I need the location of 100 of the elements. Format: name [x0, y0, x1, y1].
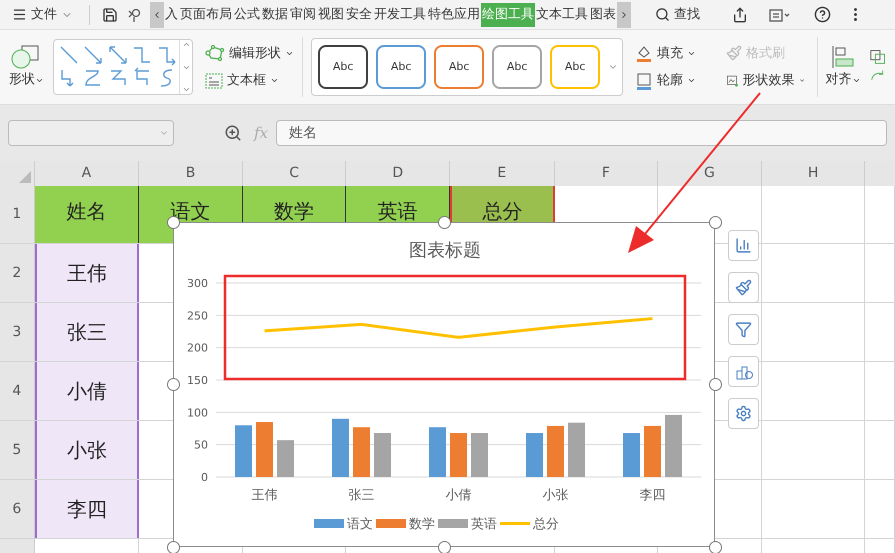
ribbon-tab[interactable]: 公式: [233, 2, 261, 26]
text-box-icon: [205, 72, 224, 89]
outline-icon: [635, 72, 654, 90]
bar: [256, 422, 273, 477]
y-tick-label: 100: [187, 406, 208, 420]
bar: [547, 426, 564, 477]
outline-button[interactable]: 轮廓: [635, 71, 714, 90]
x-category-label: 小倩: [446, 488, 472, 503]
y-tick-label: 0: [201, 471, 208, 484]
row-header[interactable]: 6: [0, 480, 35, 538]
help-icon[interactable]: [814, 6, 831, 23]
bar: [623, 433, 640, 477]
legend-label: 语文: [347, 517, 373, 532]
save-icon[interactable]: [102, 6, 118, 22]
brush-icon: [735, 279, 752, 296]
row-header[interactable]: 3: [0, 303, 35, 361]
legend-label: 总分: [533, 517, 559, 532]
table-cell: 王伟: [34, 244, 140, 302]
shape-style-sample[interactable]: Abc: [492, 45, 542, 89]
ribbon-tab[interactable]: 特色应用: [427, 2, 481, 26]
expand-icon: [182, 85, 191, 94]
text-box-button[interactable]: 文本框: [205, 71, 294, 90]
chart-elements-button[interactable]: [728, 230, 759, 261]
shape-style-sample[interactable]: Abc: [550, 45, 600, 89]
shape-icon: [11, 44, 42, 70]
bar: [235, 425, 252, 477]
bar: [277, 440, 294, 477]
shape-effects-button[interactable]: 形状效果: [726, 71, 805, 90]
bar: [526, 433, 543, 477]
row-header[interactable]: 2: [0, 244, 35, 302]
legend-label: 英语: [471, 517, 497, 532]
row-header[interactable]: 4: [0, 362, 35, 420]
line-shape-icon[interactable]: [58, 44, 80, 66]
chart-settings-button[interactable]: [728, 398, 759, 429]
legend-label: 数学: [409, 517, 435, 532]
row-header[interactable]: 1: [0, 186, 35, 243]
shape-button[interactable]: 形状: [8, 44, 44, 90]
ribbon-tab[interactable]: 安全: [345, 2, 373, 26]
y-tick-label: 150: [187, 374, 208, 387]
ribbon-tab[interactable]: 开发工具: [373, 2, 427, 26]
line-shape-icon[interactable]: [106, 44, 129, 66]
ribbon-tab[interactable]: 入: [164, 2, 179, 26]
y-tick-label: 300: [187, 277, 208, 290]
x-category-label: 李四: [640, 488, 666, 503]
ribbon-tab[interactable]: 视图: [317, 2, 345, 26]
pin-icon[interactable]: [126, 6, 142, 22]
bar: [374, 433, 391, 477]
chart-style-button[interactable]: [728, 272, 759, 303]
shape-style-sample[interactable]: Abc: [376, 45, 426, 89]
chart-title: 图表标题: [409, 240, 481, 261]
y-tick-label: 250: [187, 309, 208, 322]
fill-button[interactable]: 填充: [635, 44, 714, 63]
column-header[interactable]: H: [762, 161, 866, 186]
bar: [429, 427, 446, 477]
x-category-label: 张三: [348, 488, 374, 503]
bar: [644, 426, 661, 477]
search-button[interactable]: 查找: [655, 4, 700, 24]
table-cell: 小张: [34, 421, 140, 479]
x-category-label: 小张: [542, 488, 568, 503]
fill-bucket-icon: [635, 44, 654, 62]
ribbon-tab[interactable]: 数据: [261, 2, 289, 26]
edit-shape-button[interactable]: 编辑形状: [205, 44, 294, 63]
chart-layout-button[interactable]: [728, 356, 759, 387]
row-header[interactable]: 5: [0, 421, 35, 479]
ribbon-tab[interactable]: 页面布局: [179, 2, 233, 26]
share-icon[interactable]: [732, 6, 748, 22]
scroll-up-icon: [182, 40, 191, 49]
bar: [568, 422, 585, 477]
column-header[interactable]: F: [554, 161, 658, 186]
legend-swatch: [500, 522, 530, 525]
window-layout-icon[interactable]: [768, 6, 790, 22]
edit-points-icon: [205, 45, 226, 62]
ribbon-tab[interactable]: 审阅: [289, 2, 317, 26]
file-menu[interactable]: 文件: [0, 0, 85, 29]
ribbon-tab[interactable]: 文本工具: [535, 2, 589, 26]
align-button[interactable]: 对齐: [826, 44, 861, 90]
shape-style-sample[interactable]: Abc: [318, 45, 368, 89]
legend-swatch: [438, 519, 468, 528]
menu-icon: [12, 7, 27, 22]
table-cell: 小倩: [34, 362, 140, 420]
table-cell: 姓名: [34, 186, 140, 243]
line-shape-icon[interactable]: [82, 44, 104, 66]
bar: [353, 427, 370, 477]
format-painter-icon: [726, 45, 742, 62]
y-tick-label: 200: [187, 342, 208, 355]
bar-chart-icon: [735, 237, 752, 254]
table-cell: 张三: [34, 303, 140, 361]
chart-filter-button[interactable]: [728, 314, 759, 345]
formula-field[interactable]: 姓名: [276, 120, 887, 146]
fx-label: fx: [254, 122, 268, 144]
shape-style-sample[interactable]: Abc: [434, 45, 484, 89]
y-tick-label: 50: [194, 438, 208, 452]
table-cell: 李四: [34, 480, 140, 538]
zoom-icon[interactable]: [224, 124, 242, 142]
bar: [332, 418, 349, 477]
bar: [665, 414, 682, 477]
search-icon: [655, 7, 670, 22]
legend-swatch: [314, 519, 344, 528]
column-header[interactable]: G: [658, 161, 762, 186]
ribbon-tab[interactable]: 图表: [589, 2, 617, 26]
